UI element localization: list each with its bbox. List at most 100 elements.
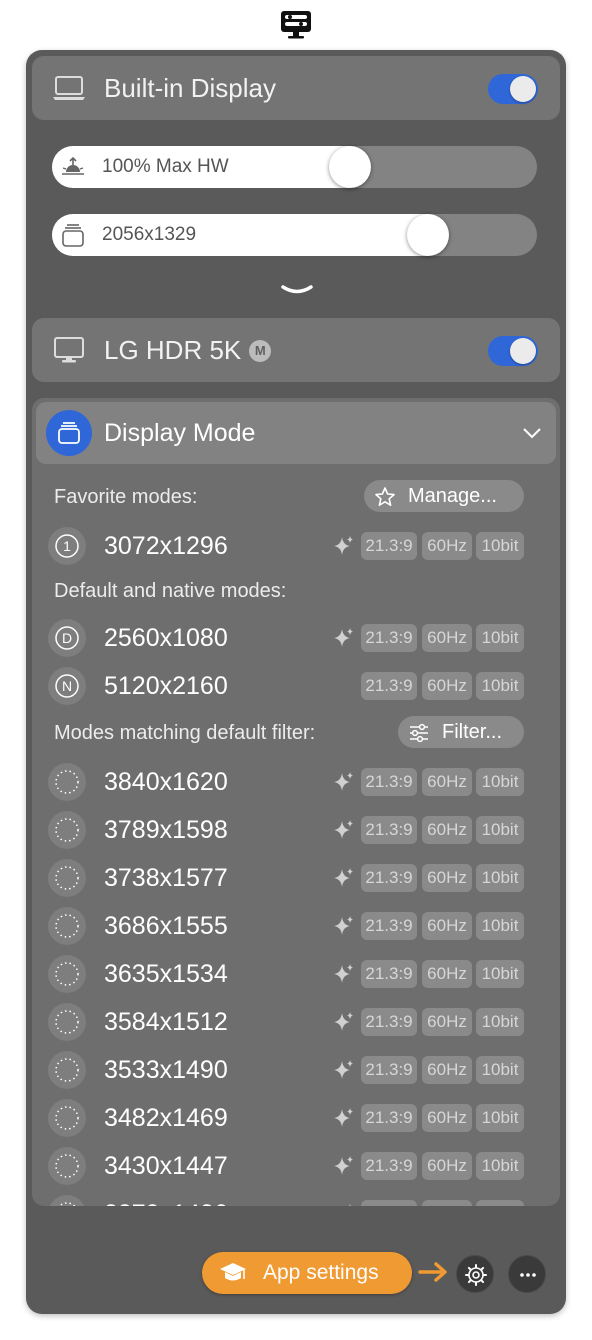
mode-marker-icon (48, 1147, 86, 1185)
depth-tag: 10bit (476, 624, 524, 652)
mode-row-filtered[interactable]: 3789x1598 21.3:9 60Hz 10bit (32, 806, 560, 854)
resolution-label: 2056x1329 (102, 224, 197, 245)
aspect-tag: 21.3:9 (361, 1104, 417, 1132)
sparkle-icon (332, 1058, 356, 1082)
resolution-slider[interactable]: 2056x1329 (52, 214, 537, 256)
mode-resolution: 2560x1080 (104, 624, 228, 652)
mode-resolution: 3686x1555 (104, 912, 228, 940)
chevron-down-icon[interactable] (280, 282, 314, 300)
aspect-tag: 21.3:9 (361, 960, 417, 988)
aspect-tag: 21.3:9 (361, 816, 417, 844)
mode-marker-icon (48, 763, 86, 801)
sparkle-icon (332, 1154, 356, 1178)
builtin-display-toggle[interactable] (488, 74, 538, 104)
manage-label: Manage... (408, 485, 497, 507)
sun-horizon-icon (60, 154, 86, 180)
depth-tag: 10bit (476, 1008, 524, 1036)
refresh-tag: 60Hz (422, 864, 472, 892)
mode-row-filtered[interactable]: 3533x1490 21.3:9 60Hz 10bit (32, 1046, 560, 1094)
mode-marker-icon (48, 907, 86, 945)
svg-text:1: 1 (63, 538, 71, 554)
refresh-tag: 60Hz (422, 672, 472, 700)
mode-row-favorite[interactable]: 1 3072x1296 21.3:9 60Hz 10bit (32, 522, 560, 570)
aspect-tag: 21.3:9 (361, 1200, 417, 1206)
mode-resolution: 5120x2160 (104, 672, 228, 700)
depth-tag: 10bit (476, 912, 524, 940)
svg-text:N: N (62, 678, 72, 694)
sparkle-icon (332, 962, 356, 986)
refresh-tag: 60Hz (422, 532, 472, 560)
mode-resolution: 3840x1620 (104, 768, 228, 796)
sparkle-icon (332, 866, 356, 890)
mode-resolution: 3738x1577 (104, 864, 228, 892)
display-mode-section: Display Mode Favorite modes: Manage... 1… (32, 398, 560, 1206)
manage-button[interactable]: Manage... (364, 480, 524, 512)
mode-marker-icon (48, 859, 86, 897)
svg-text:D: D (62, 630, 72, 646)
refresh-tag: 60Hz (422, 768, 472, 796)
filter-button[interactable]: Filter... (398, 716, 524, 748)
sparkle-icon (332, 1202, 356, 1206)
aspect-tag: 21.3:9 (361, 1008, 417, 1036)
aspect-tag: 21.3:9 (361, 624, 417, 652)
refresh-tag: 60Hz (422, 1008, 472, 1036)
mode-resolution: 3430x1447 (104, 1152, 228, 1180)
mode-resolution: 3584x1512 (104, 1008, 228, 1036)
monitor-icon (52, 336, 86, 364)
sparkle-icon (332, 914, 356, 938)
mode-row-filtered[interactable]: 3738x1577 21.3:9 60Hz 10bit (32, 854, 560, 902)
gear-icon[interactable] (456, 1255, 494, 1293)
main-panel: Built-in Display 100% Max HW 2056x1329 L… (26, 50, 566, 1314)
depth-tag: 10bit (476, 1104, 524, 1132)
refresh-tag: 60Hz (422, 624, 472, 652)
sliders-icon (410, 723, 428, 743)
resolution-slider-thumb[interactable] (407, 214, 449, 256)
brightness-slider[interactable]: 100% Max HW (52, 146, 537, 188)
depth-tag: 10bit (476, 864, 524, 892)
mode-marker-icon (48, 1051, 86, 1089)
refresh-tag: 60Hz (422, 816, 472, 844)
menubar-display-icon[interactable] (280, 10, 312, 40)
more-icon[interactable] (508, 1255, 546, 1293)
sparkle-icon (332, 534, 356, 558)
mode-row-filtered[interactable]: 3686x1555 21.3:9 60Hz 10bit (32, 902, 560, 950)
refresh-tag: 60Hz (422, 912, 472, 940)
mode-resolution: 3533x1490 (104, 1056, 228, 1084)
mode-marker-icon (48, 1195, 86, 1206)
depth-tag: 10bit (476, 1056, 524, 1084)
mode-row-filtered[interactable]: 3840x1620 21.3:9 60Hz 10bit (32, 758, 560, 806)
aspect-tag: 21.3:9 (361, 1056, 417, 1084)
mode-resolution: 3379x1426 (104, 1190, 228, 1206)
app-settings-label: App settings (263, 1261, 379, 1284)
aspect-tag: 21.3:9 (361, 1152, 417, 1180)
app-settings-button[interactable]: App settings (202, 1252, 412, 1294)
display-mode-icon (46, 410, 92, 456)
filter-modes-label: Modes matching default filter: (54, 722, 316, 744)
mode-row-filtered[interactable]: 3584x1512 21.3:9 60Hz 10bit (32, 998, 560, 1046)
filter-label: Filter... (442, 721, 503, 743)
aspect-tag: 21.3:9 (361, 768, 417, 796)
external-display-toggle[interactable] (488, 336, 538, 366)
refresh-tag: 60Hz (422, 1200, 472, 1206)
footer-bar: App settings (26, 1236, 566, 1314)
mode-row-default[interactable]: D 2560x1080 21.3:9 60Hz 10bit (32, 614, 560, 662)
chevron-down-icon[interactable] (522, 426, 542, 440)
aspect-tag: 21.3:9 (361, 532, 417, 560)
mode-marker-icon: 1 (48, 527, 86, 565)
mode-row-filtered[interactable]: 3635x1534 21.3:9 60Hz 10bit (32, 950, 560, 998)
depth-tag: 10bit (476, 816, 524, 844)
mode-row-native[interactable]: N 5120x2160 21.3:9 60Hz 10bit (32, 662, 560, 710)
mode-row-filtered[interactable]: 3430x1447 21.3:9 60Hz 10bit (32, 1142, 560, 1190)
brightness-slider-thumb[interactable] (329, 146, 371, 188)
mode-row-filtered[interactable]: 3482x1469 21.3:9 60Hz 10bit (32, 1094, 560, 1142)
refresh-tag: 60Hz (422, 960, 472, 988)
mode-row-filtered[interactable]: 3379x1426 21.3:9 60Hz 10bit (32, 1190, 560, 1206)
default-modes-label: Default and native modes: (54, 580, 287, 602)
refresh-tag: 60Hz (422, 1152, 472, 1180)
stack-icon (60, 222, 86, 248)
display-mode-header[interactable]: Display Mode (36, 402, 556, 464)
graduation-cap-icon (220, 1263, 246, 1281)
depth-tag: 10bit (476, 672, 524, 700)
refresh-tag: 60Hz (422, 1056, 472, 1084)
mode-resolution: 3789x1598 (104, 816, 228, 844)
